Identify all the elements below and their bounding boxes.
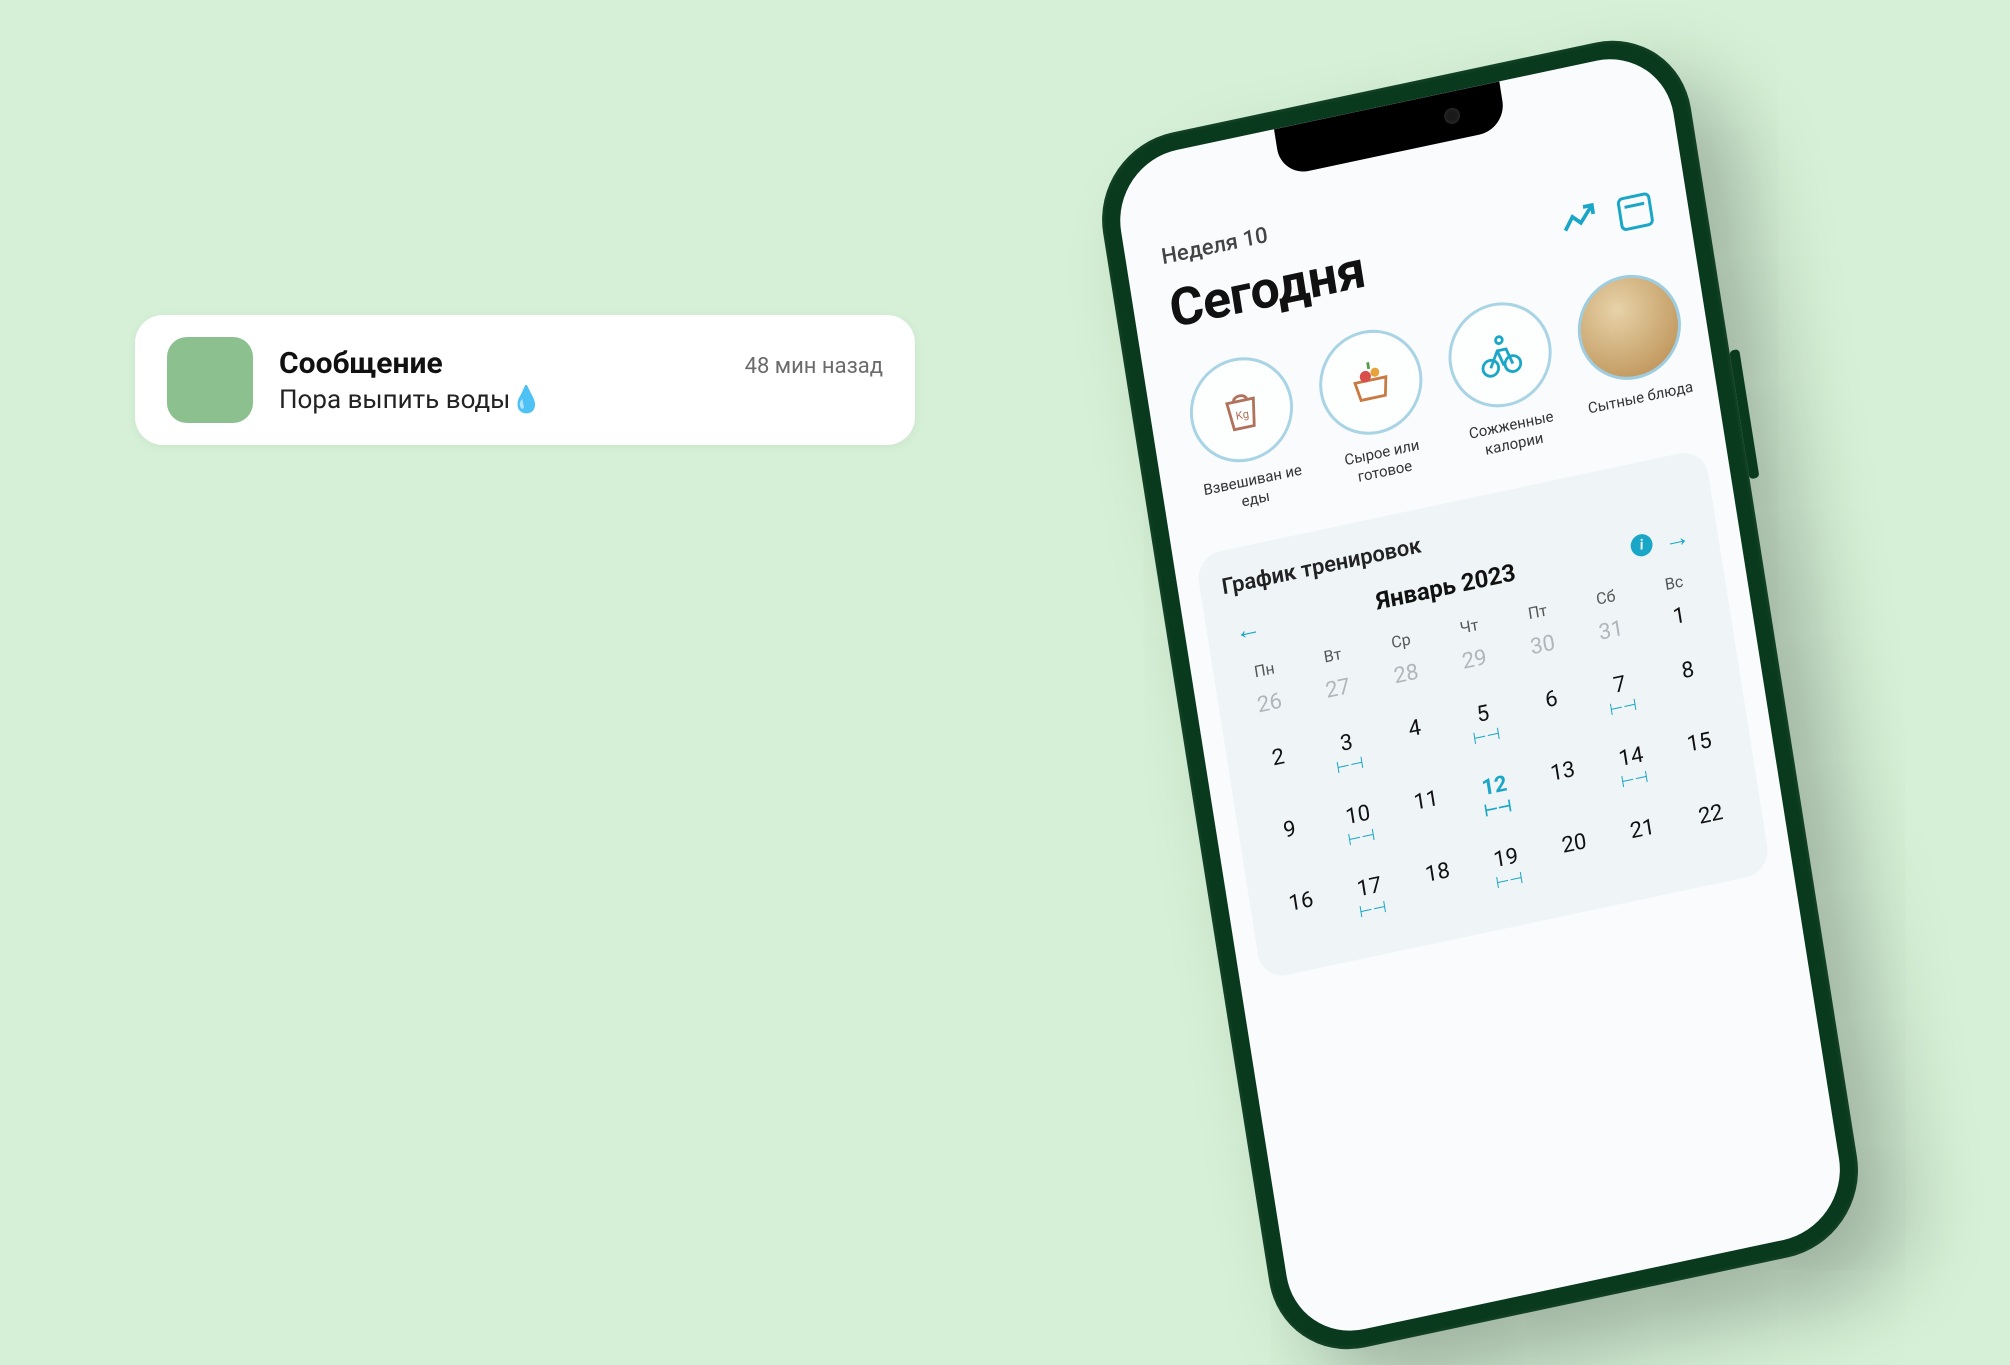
- dumbbell-icon: ⊢⊣: [1594, 693, 1653, 721]
- notification-time: 48 мин назад: [745, 354, 883, 379]
- calendar-month: Январь 2023: [1374, 558, 1517, 615]
- chart-icon[interactable]: [1559, 200, 1601, 247]
- calendar-day[interactable]: 10⊢⊣: [1327, 793, 1394, 869]
- calendar-day[interactable]: 2: [1247, 735, 1314, 811]
- calendar-day[interactable]: 20: [1543, 821, 1610, 897]
- dumbbell-icon: ⊢⊣: [1457, 722, 1516, 750]
- calendar-day[interactable]: 4: [1384, 706, 1451, 782]
- dumbbell-icon: ⊢⊣: [1343, 895, 1402, 923]
- story-weighing[interactable]: Kg Взвешиван ие еды: [1179, 347, 1310, 520]
- dumbbell-icon: ⊢⊣: [1480, 866, 1539, 894]
- story-label: Сытные блюда: [1585, 377, 1696, 418]
- calendar-day[interactable]: 19⊢⊣: [1475, 836, 1542, 912]
- workout-calendar-card: График тренировок ← Январь 2023 i → ПнВт…: [1195, 448, 1771, 980]
- calendar-day[interactable]: 5⊢⊣: [1452, 691, 1519, 767]
- notification-content: Сообщение 48 мин назад Пора выпить воды💧: [279, 346, 883, 415]
- calendar-day[interactable]: 1: [1648, 594, 1712, 652]
- story-raw-cooked[interactable]: Сырое или готовое: [1309, 319, 1440, 492]
- calendar-dow: Вс: [1644, 567, 1704, 598]
- calendar-day[interactable]: 30: [1512, 623, 1576, 681]
- dumbbell-icon: ⊢⊣: [1468, 794, 1527, 822]
- calendar-day[interactable]: 31: [1580, 608, 1644, 666]
- calendar-prev[interactable]: ←: [1233, 611, 1263, 647]
- calendar-day[interactable]: 27: [1307, 666, 1371, 724]
- calendar-day[interactable]: 9: [1259, 807, 1326, 883]
- calendar-dow: Ср: [1371, 625, 1431, 656]
- calendar-day[interactable]: 8: [1657, 648, 1724, 724]
- calendar-dow: Сб: [1576, 581, 1636, 612]
- story-label: Сожженные калории: [1456, 405, 1570, 465]
- push-notification[interactable]: Сообщение 48 мин назад Пора выпить воды💧: [135, 315, 915, 445]
- svg-text:Kg: Kg: [1235, 407, 1250, 423]
- calendar-dow: Чт: [1439, 610, 1498, 641]
- calendar-day[interactable]: 6: [1520, 677, 1587, 753]
- notification-app-icon: [167, 337, 253, 423]
- bag-icon: Kg: [1182, 348, 1300, 472]
- calendar-dow: Пт: [1508, 596, 1568, 627]
- bike-icon: [1441, 293, 1559, 417]
- calendar-day[interactable]: 16: [1270, 879, 1337, 955]
- dumbbell-icon: ⊢⊣: [1332, 823, 1391, 851]
- calendar-day[interactable]: 14⊢⊣: [1600, 735, 1667, 811]
- calendar-day[interactable]: 28: [1375, 652, 1439, 710]
- calendar-day[interactable]: 13: [1532, 749, 1599, 825]
- calendar-day[interactable]: 3⊢⊣: [1316, 720, 1383, 796]
- story-meals[interactable]: Сытные блюда: [1567, 265, 1698, 438]
- dumbbell-icon: ⊢⊣: [1605, 765, 1664, 793]
- notification-title: Сообщение: [279, 346, 443, 381]
- phone-frame: Неделя 10 Сегодня: [1090, 25, 1870, 1365]
- calendar-day[interactable]: 26: [1239, 681, 1303, 739]
- bowl-icon: [1570, 265, 1688, 389]
- calendar-day[interactable]: 12⊢⊣: [1464, 764, 1531, 840]
- basket-icon: [1312, 320, 1430, 444]
- calendar-day[interactable]: 29: [1444, 637, 1508, 695]
- dumbbell-icon: ⊢⊣: [1320, 751, 1379, 779]
- notification-body: Пора выпить воды💧: [279, 385, 883, 415]
- calendar-info-icon[interactable]: i: [1629, 532, 1654, 558]
- calendar-dow: Пн: [1234, 654, 1293, 685]
- calendar-day[interactable]: 21: [1612, 807, 1679, 883]
- calendar-day[interactable]: 11: [1395, 778, 1462, 854]
- calendar-day[interactable]: 7⊢⊣: [1589, 662, 1656, 738]
- calendar-day[interactable]: 15: [1668, 720, 1735, 796]
- phone-mockup: Неделя 10 Сегодня: [1090, 25, 1870, 1365]
- calendar-day[interactable]: 17⊢⊣: [1338, 865, 1405, 941]
- calendar-day[interactable]: 22: [1680, 792, 1747, 868]
- story-label: Взвешиван ие еды: [1197, 460, 1311, 520]
- story-label: Сырое или готовое: [1327, 432, 1441, 492]
- calendar-icon[interactable]: [1616, 191, 1655, 232]
- calendar-next[interactable]: →: [1662, 520, 1692, 556]
- calendar-day[interactable]: 18: [1407, 850, 1474, 926]
- phone-screen: Неделя 10 Сегодня: [1110, 47, 1849, 1344]
- calendar-dow: Вт: [1303, 639, 1363, 670]
- story-calories[interactable]: Сожженные калории: [1438, 292, 1569, 465]
